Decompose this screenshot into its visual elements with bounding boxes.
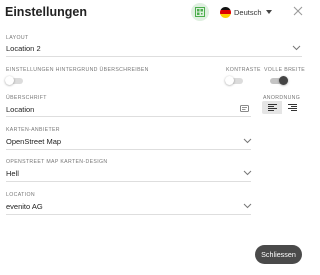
chevron-down-icon[interactable] — [243, 170, 252, 176]
contrast-label: KONTRASTE — [226, 67, 261, 73]
qr-code-icon — [195, 7, 205, 17]
chevron-down-icon[interactable] — [243, 138, 252, 144]
heading-input[interactable]: Location — [6, 105, 34, 114]
layout-select-underline — [6, 56, 302, 57]
close-icon[interactable] — [292, 5, 304, 17]
align-right-icon — [287, 104, 297, 111]
contrast-toggle[interactable] — [225, 76, 243, 85]
toggle-knob — [225, 76, 234, 85]
toggle-knob — [5, 76, 14, 85]
toggle-knob — [279, 76, 288, 85]
full-width-toggle[interactable] — [270, 76, 288, 85]
map-provider-select-underline — [6, 149, 251, 150]
full-width-label: VOLLE BREITE — [264, 67, 306, 73]
chevron-down-icon[interactable] — [292, 45, 301, 51]
language-label: Deutsch — [234, 7, 262, 17]
heading-label: ÜBERSCHRIFT — [6, 95, 47, 101]
map-provider-select-value[interactable]: OpenStreet Map — [6, 137, 61, 146]
map-design-label: OPENSTREET MAP KARTEN-DESIGN — [6, 159, 108, 165]
close-button[interactable]: Schliessen — [255, 245, 302, 264]
caret-down-icon — [265, 10, 272, 14]
dialog-title: Einstellungen — [5, 5, 87, 19]
align-left-button[interactable] — [262, 101, 282, 114]
background-override-label: EINSTELLUNGEN HINTERGRUND ÜBERSCHREIBEN — [6, 67, 149, 73]
layout-label: LAYOUT — [6, 35, 29, 41]
map-design-select-underline — [6, 181, 251, 182]
heading-input-underline — [6, 116, 251, 117]
map-provider-label: KARTEN-ANBIETER — [6, 127, 60, 133]
dialog-header: Einstellungen Deutsch — [0, 0, 310, 28]
qr-code-button[interactable] — [191, 3, 209, 21]
location-label: LOCATION — [6, 192, 35, 198]
language-selector[interactable]: Deutsch — [220, 5, 272, 19]
location-select-underline — [6, 214, 251, 215]
german-flag-icon — [220, 6, 231, 18]
translate-icon[interactable] — [240, 105, 249, 112]
layout-select-value[interactable]: Location 2 — [6, 44, 41, 53]
align-right-button[interactable] — [282, 101, 302, 114]
alignment-toggle-group — [262, 101, 302, 114]
location-select-value[interactable]: evenito AG — [6, 202, 43, 211]
align-left-icon — [267, 104, 277, 111]
chevron-down-icon[interactable] — [243, 203, 252, 209]
map-design-select-value[interactable]: Hell — [6, 169, 19, 178]
background-override-toggle[interactable] — [5, 76, 23, 85]
